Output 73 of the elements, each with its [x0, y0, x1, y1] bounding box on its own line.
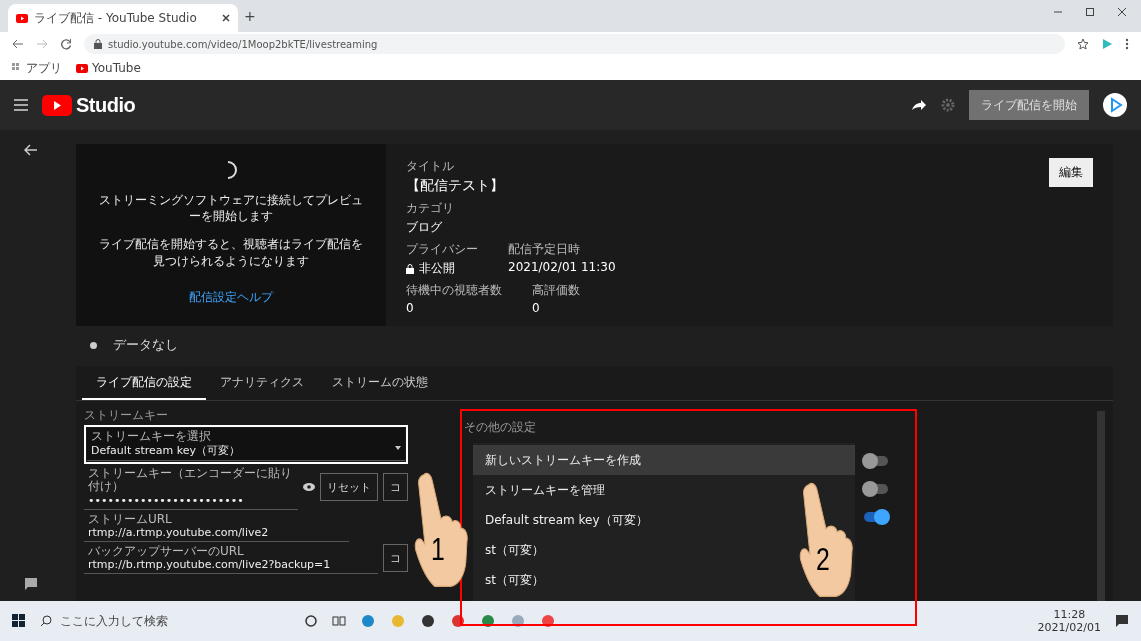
stream-key-select[interactable]: ストリームキーを選択 Default stream key（可変）	[87, 428, 405, 462]
settings-icon[interactable]	[941, 98, 955, 112]
dropdown-caret-icon	[395, 446, 401, 450]
restore-icon[interactable]	[1085, 7, 1095, 17]
menu-item[interactable]: ストリームキーを管理	[473, 475, 617, 505]
copy-button[interactable]: コ	[383, 473, 408, 502]
app-icon[interactable]	[420, 613, 436, 629]
close-icon[interactable]	[222, 14, 230, 22]
detail-value: 【配信テスト】	[406, 177, 504, 195]
search-icon	[40, 615, 52, 627]
notification-icon[interactable]	[1115, 614, 1129, 628]
detail-label: プライバシー	[406, 241, 478, 258]
detail-value: 非公開	[406, 260, 478, 277]
detail-label: 高評価数	[532, 282, 580, 299]
menu-item[interactable]: 新しいストリームキーを作成	[473, 445, 855, 475]
youtube-bookmark[interactable]: YouTube	[76, 61, 141, 75]
avatar-icon[interactable]	[1103, 93, 1127, 117]
preview-note: ライブ配信を開始すると、視聴者はライブ配信を見つけられるようになります	[98, 236, 364, 269]
stream-url-field: ストリームURL rtmp://a.rtmp.youtube.com/live2	[84, 510, 349, 542]
apps-bookmark[interactable]: アプリ	[12, 59, 62, 77]
section-title: その他の設定	[464, 419, 537, 436]
detail-value: ブログ	[406, 219, 443, 236]
windows-start-icon[interactable]	[12, 614, 26, 628]
eye-icon[interactable]	[303, 483, 315, 492]
edit-button[interactable]: 編集	[1049, 158, 1093, 187]
detail-value: 2021/02/01 11:30	[508, 260, 616, 274]
section-title: ストリームキー	[84, 407, 169, 424]
feedback-icon[interactable]	[24, 577, 38, 591]
taskbar-search-field[interactable]: ここに入力して検索	[40, 601, 290, 641]
preview-message: ストリーミングソフトウェアに接続してプレビューを開始します	[98, 192, 364, 225]
detail-value: 0	[532, 301, 541, 315]
apps-grid-icon	[12, 63, 22, 73]
status-text: データなし	[113, 336, 178, 354]
task-view-icon[interactable]	[332, 614, 346, 628]
detail-label: 配信予定日時	[508, 241, 581, 258]
back-arrow-icon[interactable]	[12, 39, 24, 49]
detail-label: カテゴリ	[406, 200, 454, 217]
lock-icon	[94, 39, 102, 49]
status-dot	[90, 341, 97, 349]
share-arrow-icon[interactable]	[911, 99, 927, 111]
menu-item[interactable]: st（可変）	[473, 565, 556, 595]
detail-label: タイトル	[406, 158, 455, 175]
menu-icon[interactable]	[1125, 38, 1129, 50]
menu-item[interactable]: Default stream key（可変）	[473, 505, 660, 535]
reload-icon[interactable]	[60, 38, 72, 50]
stream-key-field[interactable]: ストリームキー（エンコーダーに貼り付け） ••••••••••••••••••••••••	[84, 465, 298, 510]
scrollbar[interactable]	[1097, 411, 1105, 601]
detail-value: 0	[406, 301, 415, 315]
reset-button[interactable]: リセット	[320, 473, 378, 502]
settings-tab[interactable]: アナリティクス	[206, 366, 318, 400]
star-icon[interactable]	[1077, 38, 1089, 50]
new-tab-button[interactable]: +	[244, 8, 256, 24]
lock-icon	[406, 263, 414, 274]
toggle-switch[interactable]	[864, 484, 888, 494]
address-bar[interactable]: studio.youtube.com/video/1Moop2bkTE/livestreaming	[84, 34, 1065, 54]
toggle-switch[interactable]	[864, 512, 888, 522]
tab-title: ライブ配信 - YouTube Studio	[34, 9, 198, 27]
play-logo-icon	[76, 63, 88, 73]
help-link[interactable]: 配信設定ヘルプ	[189, 288, 273, 306]
taskbar-clock[interactable]: 11:28 2021/02/01	[1037, 608, 1101, 634]
browser-tab[interactable]: ライブ配信 - YouTube Studio	[8, 4, 238, 32]
close-icon[interactable]	[1117, 7, 1127, 17]
detail-label: 待機中の視聴者数	[406, 282, 502, 299]
menu-icon[interactable]	[14, 99, 28, 111]
backup-url-field: バックアップサーバーのURL rtmp://b.rtmp.youtube.com/live2?backup=1	[84, 542, 378, 574]
menu-item[interactable]: st（可変）	[473, 535, 556, 565]
copy-button[interactable]: コ	[383, 544, 408, 573]
toggle-switch[interactable]	[864, 456, 888, 466]
studio-logo[interactable]: Studio	[76, 93, 136, 117]
play-logo-icon	[16, 13, 28, 23]
go-live-button[interactable]: ライブ配信を開始	[969, 90, 1089, 120]
play-logo-icon	[42, 94, 72, 116]
settings-tab[interactable]: ストリームの状態	[318, 366, 442, 400]
